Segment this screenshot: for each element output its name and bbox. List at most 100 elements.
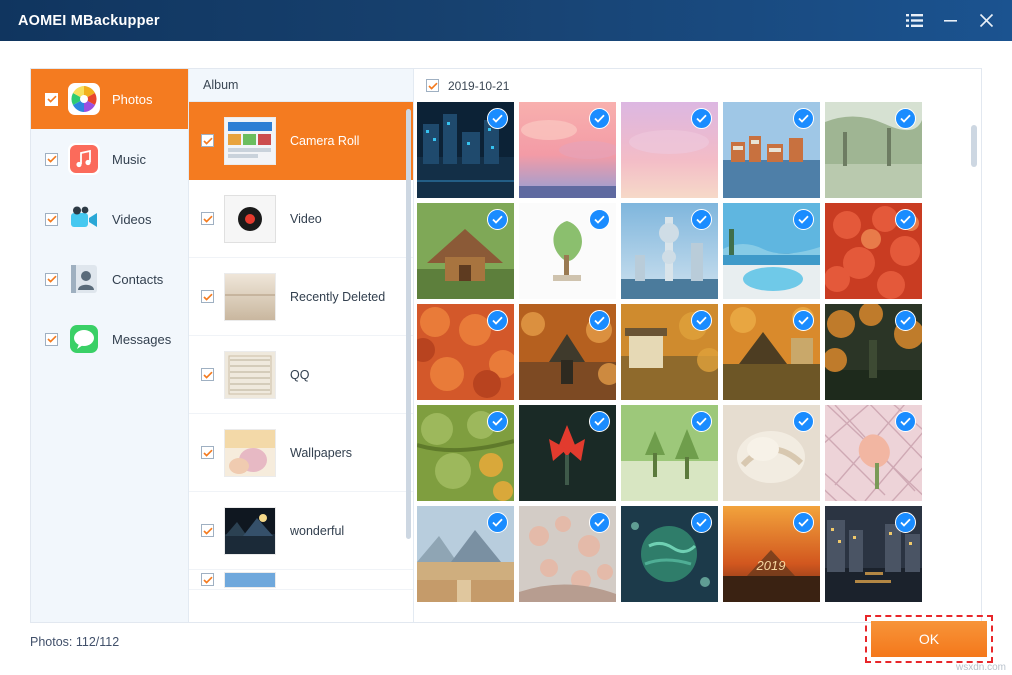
photo-selected-check[interactable] (793, 108, 814, 129)
photo-thumbnail[interactable] (621, 102, 718, 198)
album-item-wallpapers[interactable]: Wallpapers (189, 414, 413, 492)
checkbox-album-wonderful[interactable] (201, 524, 214, 537)
checkbox-album-partial[interactable] (201, 573, 214, 586)
category-label-contacts: Contacts (112, 272, 163, 287)
album-thumbnail (224, 117, 276, 165)
checkbox-album-qq[interactable] (201, 368, 214, 381)
photo-thumbnail[interactable] (519, 405, 616, 501)
photo-thumbnail[interactable] (723, 102, 820, 198)
album-item-qq[interactable]: QQ (189, 336, 413, 414)
photo-grid: 2019 (414, 102, 977, 607)
photo-selected-check[interactable] (487, 108, 508, 129)
checkbox-messages[interactable] (45, 333, 58, 346)
photo-date-group: 2019-10-21 (414, 69, 981, 102)
photo-selected-check[interactable] (895, 209, 916, 230)
photo-thumbnail[interactable] (825, 102, 922, 198)
minimize-icon[interactable] (932, 0, 968, 41)
photo-thumbnail[interactable]: 2019 (723, 506, 820, 602)
photo-thumbnail[interactable] (621, 506, 718, 602)
photo-thumbnail[interactable] (621, 405, 718, 501)
album-scrollbar[interactable] (406, 109, 411, 539)
photo-selected-check[interactable] (691, 108, 712, 129)
checkbox-album-wallpapers[interactable] (201, 446, 214, 459)
photo-thumbnail[interactable] (519, 102, 616, 198)
checkbox-date-group[interactable] (426, 79, 439, 92)
photo-thumbnail[interactable] (417, 304, 514, 400)
photo-thumbnail[interactable] (519, 506, 616, 602)
photo-selected-check[interactable] (589, 108, 610, 129)
album-item-partial[interactable] (189, 570, 413, 590)
list-view-icon[interactable] (896, 0, 932, 41)
photo-selected-check[interactable] (895, 512, 916, 533)
photo-selected-check[interactable] (691, 512, 712, 533)
photo-thumbnail[interactable] (519, 304, 616, 400)
checkbox-album-camera-roll[interactable] (201, 134, 214, 147)
photo-selected-check[interactable] (895, 108, 916, 129)
ok-button[interactable]: OK (871, 621, 987, 657)
photo-thumbnail[interactable] (621, 304, 718, 400)
checkbox-music[interactable] (45, 153, 58, 166)
category-item-contacts[interactable]: Contacts (31, 249, 188, 309)
photo-selected-check[interactable] (487, 209, 508, 230)
photo-thumbnail[interactable] (723, 405, 820, 501)
ok-button-highlight: OK (865, 615, 993, 663)
category-item-photos[interactable]: Photos (31, 69, 188, 129)
photo-thumbnail[interactable] (825, 506, 922, 602)
photo-thumbnail[interactable] (825, 405, 922, 501)
svg-text:2019: 2019 (756, 558, 786, 573)
photo-selected-check[interactable] (589, 512, 610, 533)
photo-selected-check[interactable] (589, 411, 610, 432)
category-item-messages[interactable]: Messages (31, 309, 188, 369)
photo-selected-check[interactable] (487, 411, 508, 432)
close-icon[interactable] (968, 0, 1004, 41)
photo-selected-check[interactable] (589, 209, 610, 230)
photo-selected-check[interactable] (895, 411, 916, 432)
checkbox-album-video[interactable] (201, 212, 214, 225)
photo-thumbnail[interactable] (621, 203, 718, 299)
category-label-messages: Messages (112, 332, 171, 347)
checkbox-photos[interactable] (45, 93, 58, 106)
album-item-recently-deleted[interactable]: Recently Deleted (189, 258, 413, 336)
category-item-music[interactable]: Music (31, 129, 188, 189)
category-item-videos[interactable]: Videos (31, 189, 188, 249)
checkbox-contacts[interactable] (45, 273, 58, 286)
photo-selected-check[interactable] (589, 310, 610, 331)
photo-thumbnail[interactable] (417, 506, 514, 602)
photo-selected-check[interactable] (691, 411, 712, 432)
album-label: wonderful (290, 524, 344, 538)
photo-thumbnail[interactable] (825, 203, 922, 299)
checkbox-album-recently-deleted[interactable] (201, 290, 214, 303)
category-label-videos: Videos (112, 212, 152, 227)
checkbox-videos[interactable] (45, 213, 58, 226)
photo-thumbnail[interactable] (417, 203, 514, 299)
album-item-video[interactable]: Video (189, 180, 413, 258)
photo-selected-check[interactable] (691, 209, 712, 230)
photo-selected-check[interactable] (691, 310, 712, 331)
photo-thumbnail[interactable] (519, 203, 616, 299)
photo-thumbnail[interactable] (825, 304, 922, 400)
album-list: Camera Roll Video (189, 102, 413, 622)
photo-selected-check[interactable] (793, 310, 814, 331)
photo-selected-check[interactable] (793, 209, 814, 230)
photo-selected-check[interactable] (487, 512, 508, 533)
album-label: Recently Deleted (290, 290, 385, 304)
category-label-photos: Photos (112, 92, 152, 107)
album-item-camera-roll[interactable]: Camera Roll (189, 102, 413, 180)
photo-scrollbar-track[interactable] (973, 69, 979, 622)
photo-thumbnail[interactable] (417, 405, 514, 501)
photo-thumbnail[interactable] (723, 304, 820, 400)
album-panel: Album (189, 69, 414, 622)
album-item-wonderful[interactable]: wonderful (189, 492, 413, 570)
photo-scrollbar-thumb[interactable] (971, 125, 977, 167)
photo-selected-check[interactable] (793, 411, 814, 432)
photo-selected-check[interactable] (895, 310, 916, 331)
photo-selected-check[interactable] (793, 512, 814, 533)
photo-thumbnail[interactable] (417, 102, 514, 198)
photos-icon (68, 83, 100, 115)
photo-thumbnail[interactable] (723, 203, 820, 299)
contacts-icon (68, 263, 100, 295)
photo-selected-check[interactable] (487, 310, 508, 331)
watermark: wsxdn.com (956, 662, 1006, 673)
music-icon (68, 143, 100, 175)
album-thumbnail (224, 195, 276, 243)
